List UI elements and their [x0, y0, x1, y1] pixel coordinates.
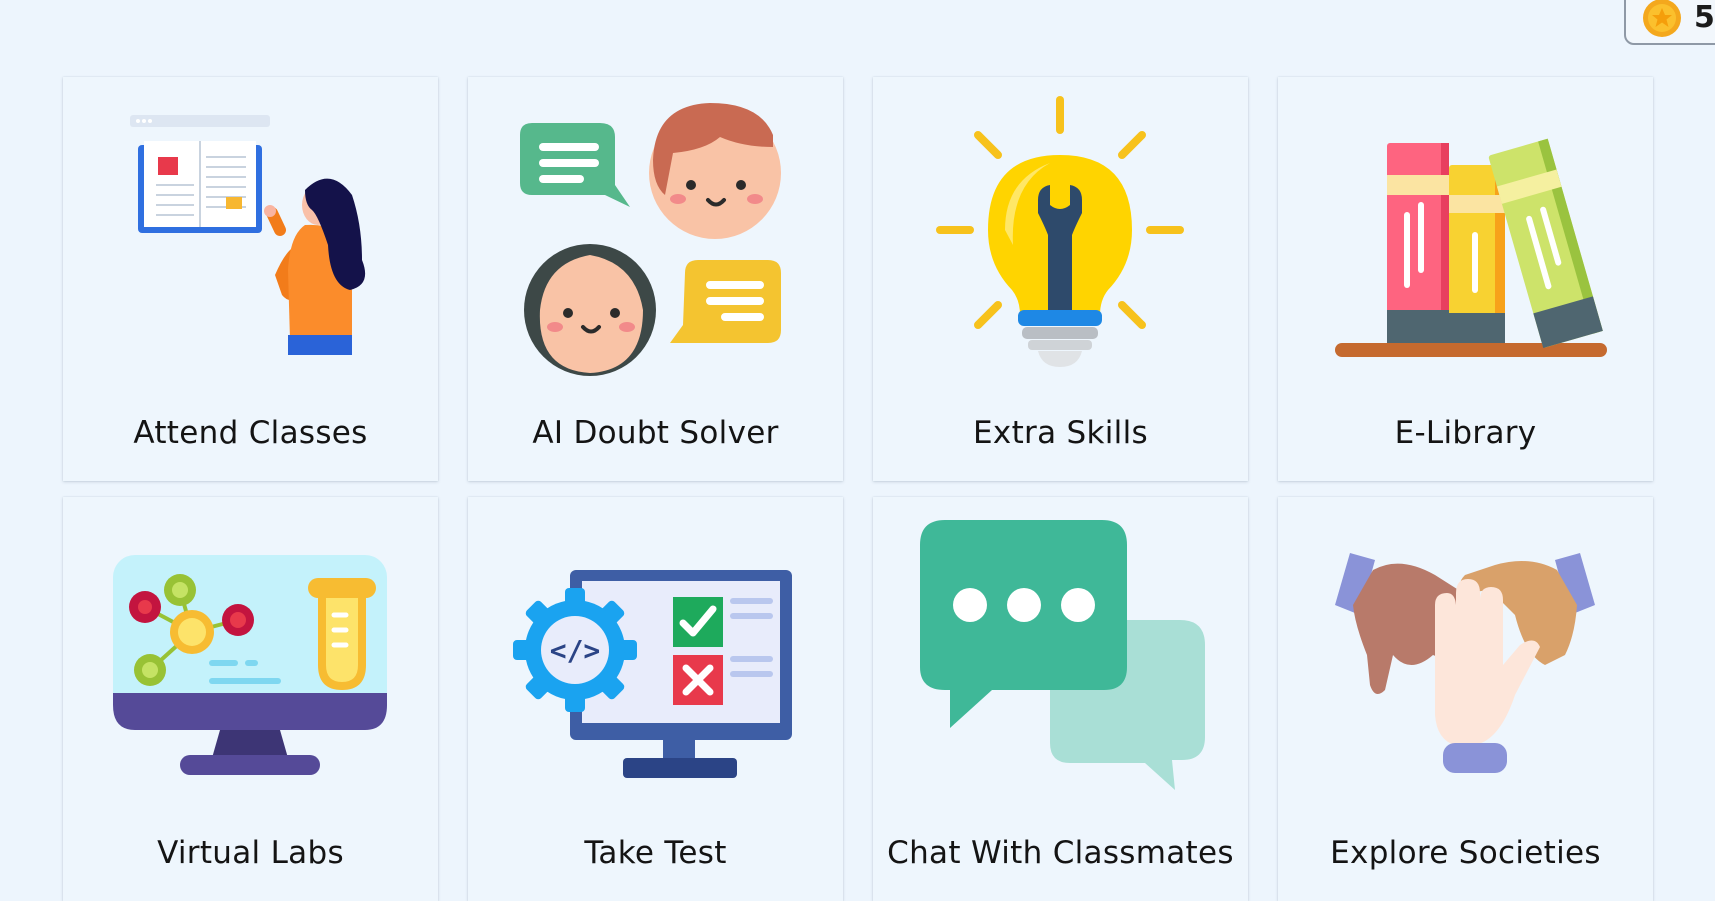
- svg-text:</>: </>: [550, 634, 601, 667]
- lightbulb-wrench-icon: [936, 96, 1184, 367]
- lab-monitor-icon: [113, 555, 387, 775]
- e-library-label: E-Library: [1394, 415, 1537, 451]
- attend-classes-card[interactable]: Attend Classes: [63, 77, 438, 481]
- ai-doubt-solver-label: AI Doubt Solver: [532, 415, 779, 451]
- feature-grid: Attend Classes AI Doubt Solver Extra Ski…: [63, 77, 1653, 901]
- extra-skills-card[interactable]: Extra Skills: [873, 77, 1248, 481]
- extra-skills-label: Extra Skills: [973, 415, 1148, 451]
- virtual-labs-label: Virtual Labs: [157, 835, 344, 871]
- ai-doubt-solver-card[interactable]: AI Doubt Solver: [468, 77, 843, 481]
- chat-with-classmates-label: Chat With Classmates: [887, 835, 1234, 871]
- chat-faces-icon: [520, 103, 781, 376]
- take-test-card[interactable]: </> Take Test: [468, 497, 843, 901]
- coin-count: 5: [1694, 0, 1715, 35]
- teamwork-hands-icon: [1335, 553, 1595, 773]
- explore-societies-label: Explore Societies: [1330, 835, 1601, 871]
- take-test-label: Take Test: [584, 835, 727, 871]
- books-shelf-icon: [1335, 138, 1607, 357]
- chat-with-classmates-card[interactable]: Chat With Classmates: [873, 497, 1248, 901]
- virtual-labs-card[interactable]: Virtual Labs: [63, 497, 438, 901]
- book-reading-student-icon: [130, 115, 366, 355]
- chat-bubbles-icon: [920, 520, 1205, 790]
- test-monitor-icon: </>: [513, 570, 792, 778]
- e-library-card[interactable]: E-Library: [1278, 77, 1653, 481]
- coin-badge[interactable]: 5: [1624, 0, 1715, 45]
- attend-classes-label: Attend Classes: [133, 415, 368, 451]
- explore-societies-card[interactable]: Explore Societies: [1278, 497, 1653, 901]
- gold-coin-icon: [1643, 0, 1681, 37]
